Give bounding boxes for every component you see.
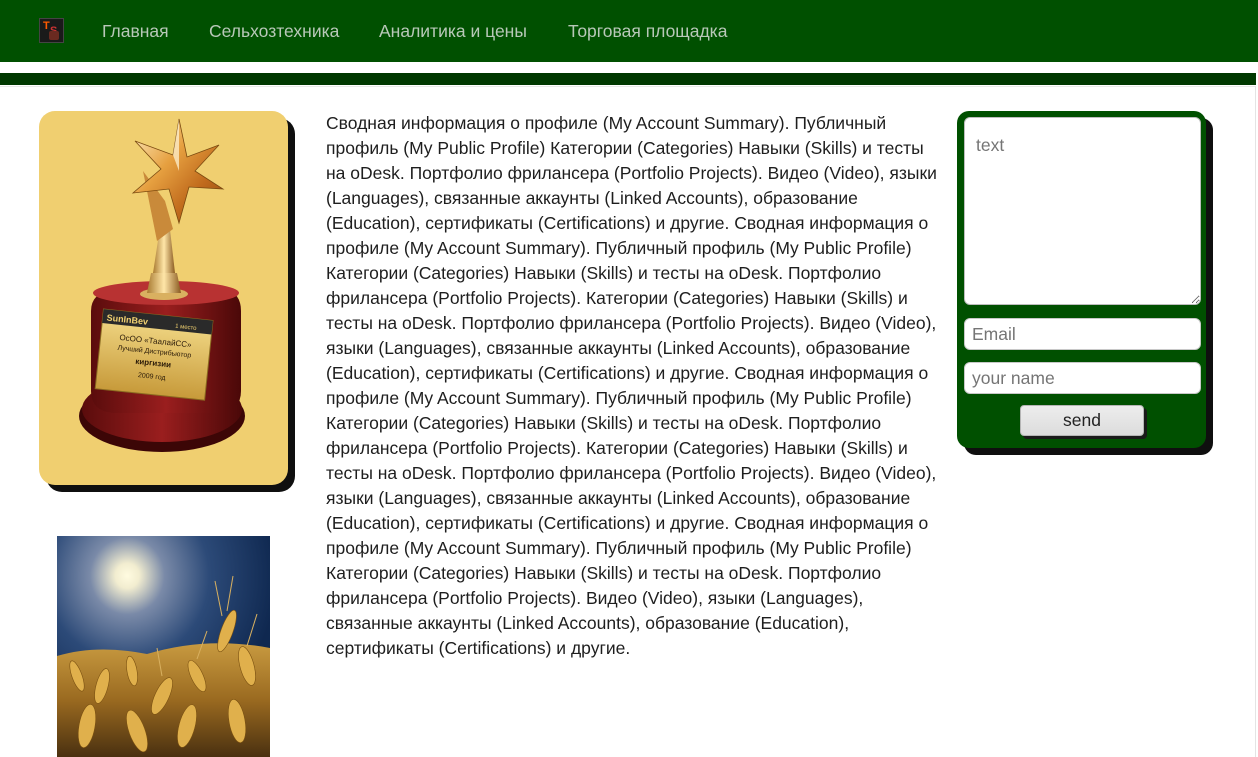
send-button[interactable]: send	[1020, 405, 1144, 436]
logo-figure	[49, 31, 59, 40]
wheat-field-photo	[57, 536, 270, 757]
nav-item-analytics-prices[interactable]: Аналитика и цены	[379, 20, 527, 42]
nav-item-marketplace[interactable]: Торговая площадка	[568, 20, 727, 42]
name-field[interactable]	[964, 362, 1201, 394]
content-right-border	[1255, 86, 1256, 757]
message-textarea[interactable]	[964, 117, 1201, 305]
award-trophy-image: SunInBev 1 место ОсОО «ТаалайСС» Лучший …	[79, 118, 245, 452]
logo-letter-t: T	[43, 20, 50, 32]
email-field[interactable]	[964, 318, 1201, 350]
award-trophy-card: SunInBev 1 место ОсОО «ТаалайСС» Лучший …	[39, 111, 288, 485]
nav-item-home[interactable]: Главная	[102, 20, 169, 42]
nav-item-agri-machinery[interactable]: Сельхозтехника	[209, 20, 339, 42]
wheat-field-image	[57, 536, 270, 757]
ts-logo-icon[interactable]: T S	[39, 18, 64, 43]
header-divider-stripe	[0, 73, 1256, 85]
profile-summary-text: Сводная информация о профиле (My Account…	[326, 113, 937, 658]
contact-form: send	[957, 111, 1206, 448]
content-top-border	[0, 86, 1256, 87]
top-navigation-bar: T S Главная Сельхозтехника Аналитика и ц…	[0, 0, 1258, 62]
